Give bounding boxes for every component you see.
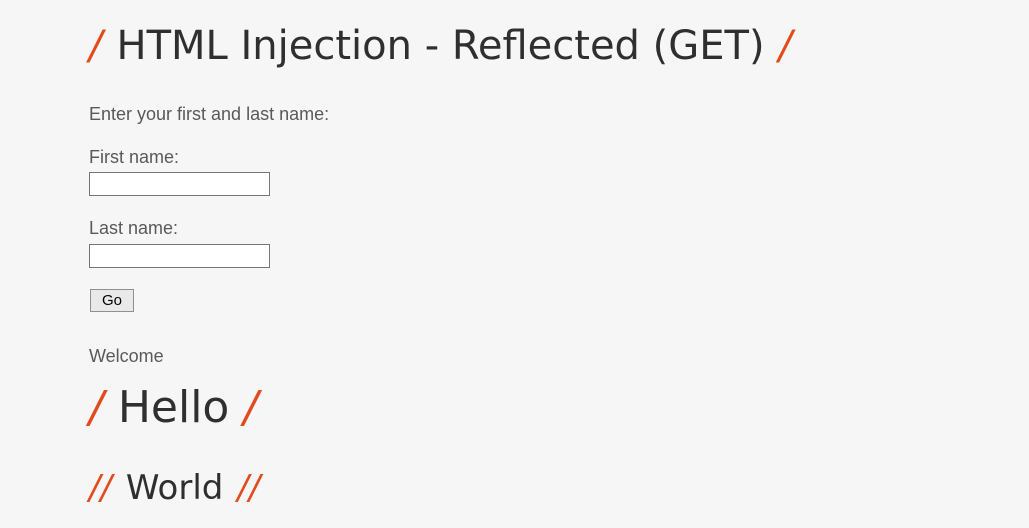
title-slash-left: / (89, 23, 103, 69)
hello-text: Hello (117, 382, 230, 433)
first-name-input[interactable] (89, 172, 270, 196)
page-title: / HTML Injection - Reflected (GET) / (89, 20, 792, 72)
last-name-input[interactable] (89, 244, 270, 268)
world-heading: // World // (89, 466, 260, 510)
title-slash-right: / (778, 23, 793, 69)
page: / HTML Injection - Reflected (GET) / Enter… (0, 0, 1029, 528)
first-name-label: First name: (89, 147, 180, 167)
world-slash-left: // (89, 468, 112, 508)
hello-slash-right: / (243, 382, 259, 433)
page-title-text: HTML Injection - Reflected (GET) (116, 23, 765, 69)
intro-text: Enter your first and last name: (89, 104, 330, 124)
go-button[interactable]: Go (90, 289, 134, 312)
hello-heading: / Hello / (89, 382, 258, 434)
hello-slash-left: / (89, 382, 104, 433)
last-name-label: Last name: (89, 218, 179, 238)
world-slash-right: // (237, 468, 261, 508)
world-text: World (125, 468, 224, 508)
welcome-text: Welcome (89, 346, 164, 366)
